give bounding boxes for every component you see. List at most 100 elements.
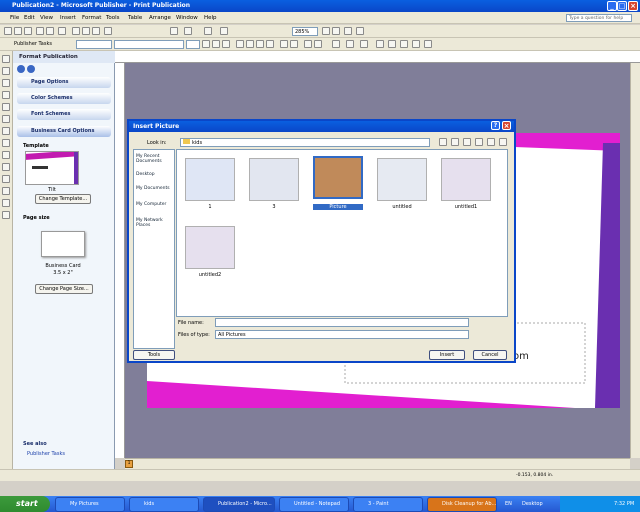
- oval-icon[interactable]: [2, 151, 10, 159]
- zoom-out-icon[interactable]: [322, 27, 330, 35]
- delete-icon[interactable]: [475, 138, 483, 146]
- dialog-close-button[interactable]: ×: [502, 121, 511, 130]
- vertical-scrollbar[interactable]: [630, 63, 640, 458]
- text-box-icon[interactable]: [2, 67, 10, 75]
- rectangle-icon[interactable]: [2, 163, 10, 171]
- menu-view[interactable]: View: [40, 15, 53, 21]
- menu-table[interactable]: Table: [128, 15, 142, 21]
- file-thumb-untitled2[interactable]: [185, 226, 235, 269]
- dash-style-icon[interactable]: [388, 40, 396, 48]
- place-my-computer[interactable]: My Computer: [136, 202, 174, 207]
- files-of-type-select[interactable]: All Pictures: [215, 330, 469, 339]
- task-kids[interactable]: kids: [129, 497, 199, 512]
- insert-button[interactable]: Insert: [429, 350, 465, 360]
- print-preview-icon[interactable]: [46, 27, 54, 35]
- menu-insert[interactable]: Insert: [60, 15, 76, 21]
- publisher-tasks-button[interactable]: Publisher Tasks: [14, 41, 52, 47]
- bold-icon[interactable]: [202, 40, 210, 48]
- section-color-schemes[interactable]: Color Schemes: [17, 93, 111, 104]
- menu-arrange[interactable]: Arrange: [149, 15, 171, 21]
- italic-icon[interactable]: [212, 40, 220, 48]
- form-control-icon[interactable]: [2, 199, 10, 207]
- line-color-icon[interactable]: [346, 40, 354, 48]
- file-thumb-untitled1[interactable]: [441, 158, 491, 201]
- zoom-in-icon[interactable]: [332, 27, 340, 35]
- line-style-icon[interactable]: [376, 40, 384, 48]
- help-icon[interactable]: [356, 27, 364, 35]
- menu-tools[interactable]: Tools: [106, 15, 120, 21]
- undo-icon[interactable]: [170, 27, 178, 35]
- fill-color-icon[interactable]: [332, 40, 340, 48]
- minimize-button[interactable]: _: [607, 1, 617, 11]
- autoshapes-icon[interactable]: [2, 175, 10, 183]
- place-network[interactable]: My Network Places: [136, 218, 174, 228]
- file-thumb-picture[interactable]: [313, 156, 363, 199]
- line-icon[interactable]: [2, 127, 10, 135]
- file-thumb-3[interactable]: [249, 158, 299, 201]
- publisher-tasks-link[interactable]: Publisher Tasks: [27, 451, 65, 457]
- horizontal-scrollbar[interactable]: 1: [125, 458, 630, 469]
- align-right-icon[interactable]: [256, 40, 264, 48]
- underline-icon[interactable]: [222, 40, 230, 48]
- cancel-button[interactable]: Cancel: [473, 350, 507, 360]
- section-business-card-options[interactable]: Business Card Options: [17, 126, 111, 137]
- back-icon[interactable]: [17, 65, 25, 73]
- clip-art-icon[interactable]: [2, 115, 10, 123]
- file-thumb-1[interactable]: [185, 158, 235, 201]
- place-my-documents[interactable]: My Documents: [136, 186, 174, 191]
- numbering-icon[interactable]: [280, 40, 288, 48]
- page-size-thumbnail[interactable]: [41, 231, 85, 257]
- redo-icon[interactable]: [184, 27, 192, 35]
- justify-icon[interactable]: [266, 40, 274, 48]
- change-template-button[interactable]: Change Template...: [35, 194, 91, 204]
- section-font-schemes[interactable]: Font Schemes: [17, 109, 111, 120]
- section-page-options[interactable]: Page Options: [17, 77, 111, 88]
- help-search-input[interactable]: Type a question for help: [566, 14, 632, 22]
- look-in-select[interactable]: kids: [180, 138, 430, 147]
- zoom-select[interactable]: 285%: [292, 27, 318, 36]
- align-center-icon[interactable]: [246, 40, 254, 48]
- up-folder-icon[interactable]: [451, 138, 459, 146]
- open-icon[interactable]: [14, 27, 22, 35]
- wordart-icon[interactable]: [2, 91, 10, 99]
- table-icon[interactable]: [2, 79, 10, 87]
- special-characters-icon[interactable]: [344, 27, 352, 35]
- hot-spot-icon[interactable]: [2, 187, 10, 195]
- back-nav-icon[interactable]: [439, 138, 447, 146]
- new-folder-icon[interactable]: [487, 138, 495, 146]
- arrow-icon[interactable]: [2, 139, 10, 147]
- arrow-style-icon[interactable]: [400, 40, 408, 48]
- 3d-style-icon[interactable]: [424, 40, 432, 48]
- file-thumb-untitled[interactable]: [377, 158, 427, 201]
- desktop-toolbar[interactable]: Desktop: [522, 501, 543, 507]
- new-icon[interactable]: [4, 27, 12, 35]
- file-name-input[interactable]: [215, 318, 469, 327]
- menu-help[interactable]: Help: [204, 15, 217, 21]
- views-icon[interactable]: [499, 138, 507, 146]
- place-recent[interactable]: My Recent Documents: [136, 154, 174, 164]
- place-desktop[interactable]: Desktop: [136, 172, 174, 177]
- bring-front-icon[interactable]: [204, 27, 212, 35]
- increase-indent-icon[interactable]: [314, 40, 322, 48]
- forward-icon[interactable]: [27, 65, 35, 73]
- shadow-style-icon[interactable]: [412, 40, 420, 48]
- menu-window[interactable]: Window: [176, 15, 198, 21]
- menu-format[interactable]: Format: [82, 15, 101, 21]
- save-icon[interactable]: [24, 27, 32, 35]
- task-paint[interactable]: 3 - Paint: [353, 497, 423, 512]
- vertical-ruler[interactable]: [115, 63, 125, 458]
- print-icon[interactable]: [36, 27, 44, 35]
- bullets-icon[interactable]: [290, 40, 298, 48]
- cut-icon[interactable]: [72, 27, 80, 35]
- language-indicator[interactable]: EN: [505, 501, 512, 507]
- font-select[interactable]: [114, 40, 184, 49]
- decrease-indent-icon[interactable]: [304, 40, 312, 48]
- page-navigator-tab[interactable]: 1: [125, 460, 133, 468]
- task-my-pictures[interactable]: My Pictures: [55, 497, 125, 512]
- task-publication2[interactable]: Publication2 - Micro...: [203, 497, 275, 512]
- paste-icon[interactable]: [92, 27, 100, 35]
- template-thumbnail[interactable]: [25, 151, 79, 185]
- menu-file[interactable]: File: [10, 15, 19, 21]
- font-color-icon[interactable]: [360, 40, 368, 48]
- send-back-icon[interactable]: [220, 27, 228, 35]
